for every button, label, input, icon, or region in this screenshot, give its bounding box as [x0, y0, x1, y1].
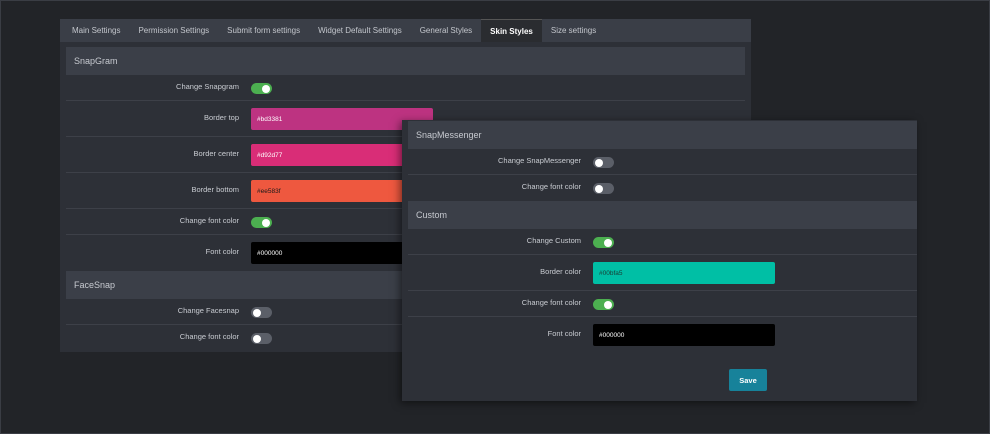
facesnap-change-font-color-toggle[interactable]	[251, 333, 272, 344]
change-facesnap-label: Change Facesnap	[177, 306, 239, 315]
skin-styles-overlay-panel: SnapMessenger Change SnapMessenger Chang…	[402, 120, 917, 401]
custom-section-title: Custom	[408, 201, 917, 229]
snapgram-section-title: SnapGram	[66, 47, 745, 75]
tab-widget-default-settings[interactable]: Widget Default Settings	[309, 19, 411, 42]
save-button[interactable]: Save	[729, 369, 767, 391]
snapmessenger-font-toggle-row: Change font color	[408, 175, 917, 201]
tab-submit-form-settings[interactable]: Submit form settings	[218, 19, 309, 42]
change-custom-toggle[interactable]	[593, 237, 614, 248]
border-center-label: Border center	[193, 149, 239, 158]
custom-font-color-input[interactable]: #000000	[593, 324, 775, 346]
change-snapmessenger-label: Change SnapMessenger	[498, 156, 581, 165]
tab-size-settings[interactable]: Size settings	[542, 19, 605, 42]
snapgram-font-color-label: Font color	[205, 247, 239, 256]
custom-change-font-color-label: Change font color	[521, 298, 581, 307]
border-top-label: Border top	[203, 113, 239, 122]
change-snapgram-toggle[interactable]	[251, 83, 272, 94]
custom-border-color-input[interactable]: #00bfa5	[593, 262, 775, 284]
custom-font-color-row: Font color #000000	[408, 317, 917, 353]
custom-font-color-label: Font color	[547, 329, 581, 338]
change-snapmessenger-toggle[interactable]	[593, 157, 614, 168]
tab-permission-settings[interactable]: Permission Settings	[129, 19, 218, 42]
custom-border-color-row: Border color #00bfa5	[408, 255, 917, 291]
custom-font-toggle-row: Change font color	[408, 291, 917, 317]
snapmessenger-toggle-row: Change SnapMessenger	[408, 149, 917, 175]
custom-toggle-row: Change Custom	[408, 229, 917, 255]
snapmessenger-section-title: SnapMessenger	[408, 121, 917, 149]
custom-border-color-label: Border color	[540, 267, 581, 276]
border-bottom-label: Border bottom	[191, 185, 239, 194]
custom-change-font-color-toggle[interactable]	[593, 299, 614, 310]
change-snapgram-label: Change Snapgram	[176, 82, 239, 91]
snapmessenger-change-font-color-toggle[interactable]	[593, 183, 614, 194]
tab-main-settings[interactable]: Main Settings	[63, 19, 129, 42]
snapgram-toggle-row: Change Snapgram	[66, 75, 745, 101]
change-custom-label: Change Custom	[526, 236, 581, 245]
facesnap-change-font-color-label: Change font color	[179, 332, 239, 341]
snapmessenger-change-font-color-label: Change font color	[521, 182, 581, 191]
snapgram-change-font-color-toggle[interactable]	[251, 217, 272, 228]
settings-tabs: Main Settings Permission Settings Submit…	[60, 19, 751, 42]
tab-skin-styles[interactable]: Skin Styles	[481, 19, 542, 42]
snapgram-change-font-color-label: Change font color	[179, 216, 239, 225]
change-facesnap-toggle[interactable]	[251, 307, 272, 318]
tab-general-styles[interactable]: General Styles	[411, 19, 481, 42]
